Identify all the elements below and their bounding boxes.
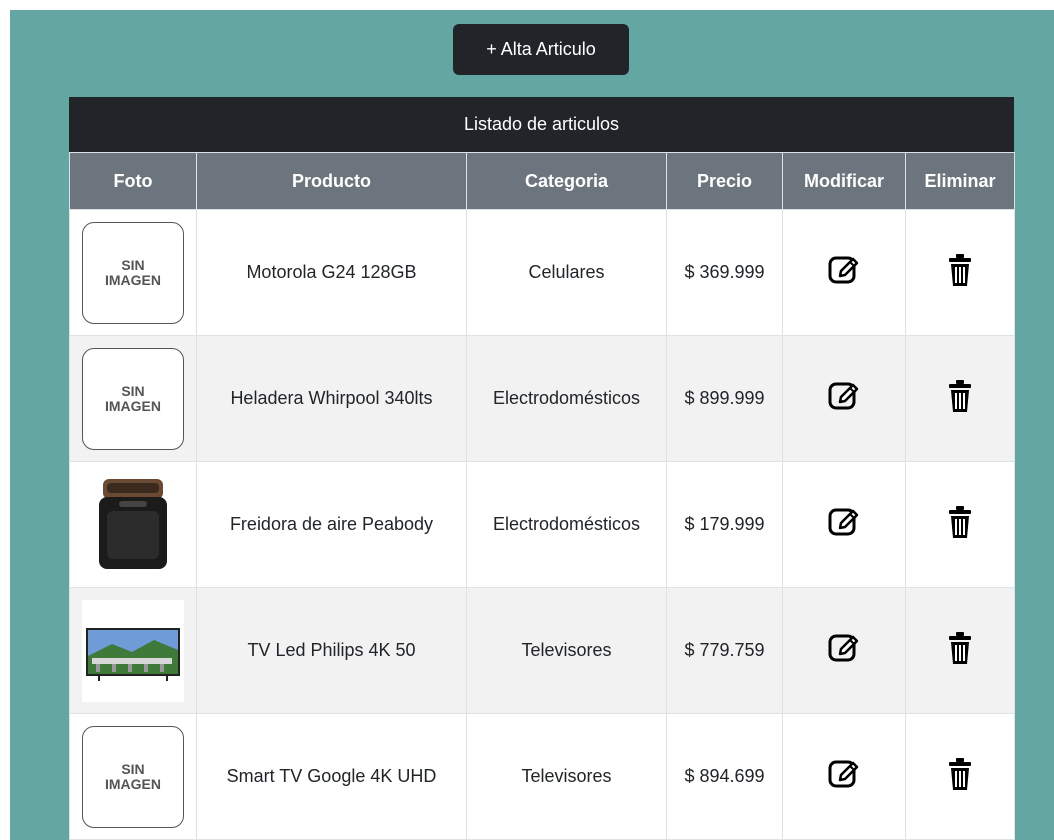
cell-eliminar — [905, 713, 1015, 840]
cell-foto: SIN IMAGEN — [69, 335, 197, 462]
air-fryer-photo — [99, 478, 167, 569]
table-row: SIN IMAGEN Smart TV Google 4K UHD Televisor… — [69, 713, 1015, 840]
table-row: SIN IMAGEN Heladera Whirpool 340lts Electro… — [69, 335, 1015, 462]
header-foto: Foto — [69, 152, 197, 210]
articles-table: Foto Producto Categoria Precio Modificar… — [69, 152, 1015, 840]
trash-icon[interactable] — [948, 505, 972, 539]
cell-foto: SIN IMAGEN — [69, 209, 197, 336]
sin-imagen-placeholder: SIN IMAGEN — [82, 221, 184, 324]
cell-categoria: Electrodomésticos — [466, 335, 667, 462]
header-precio: Precio — [666, 152, 783, 210]
header-categoria: Categoria — [466, 152, 667, 210]
sin-imagen-text: SIN IMAGEN — [105, 382, 161, 414]
alta-articulo-button[interactable]: + Alta Articulo — [453, 24, 629, 75]
pencil-square-icon[interactable] — [828, 380, 860, 412]
cell-precio: $ 179.999 — [666, 461, 783, 588]
cell-precio: $ 779.759 — [666, 587, 783, 714]
cell-eliminar — [905, 335, 1015, 462]
product-photo — [82, 599, 184, 702]
table-row: SIN IMAGEN Motorola G24 128GB Celulares $ 36… — [69, 209, 1015, 336]
cell-modificar — [782, 461, 906, 588]
cell-foto: SIN IMAGEN — [69, 713, 197, 840]
sin-imagen-text: SIN IMAGEN — [105, 256, 161, 288]
product-photo — [82, 474, 184, 576]
cell-eliminar — [905, 461, 1015, 588]
cell-modificar — [782, 587, 906, 714]
cell-foto — [69, 461, 197, 588]
trash-icon[interactable] — [948, 253, 972, 287]
pencil-square-icon[interactable] — [828, 632, 860, 664]
cell-modificar — [782, 335, 906, 462]
sin-imagen-text: SIN IMAGEN — [105, 760, 161, 792]
pencil-square-icon[interactable] — [828, 254, 860, 286]
cell-precio: $ 894.699 — [666, 713, 783, 840]
header-producto: Producto — [196, 152, 467, 210]
cell-producto: TV Led Philips 4K 50 — [196, 587, 467, 714]
table-caption: Listado de articulos — [69, 97, 1014, 152]
cell-categoria: Celulares — [466, 209, 667, 336]
trash-icon[interactable] — [948, 379, 972, 413]
sin-imagen-placeholder: SIN IMAGEN — [82, 725, 184, 828]
pencil-square-icon[interactable] — [828, 506, 860, 538]
table-row: TV Led Philips 4K 50 Televisores $ 779.759 — [69, 587, 1015, 714]
articles-table-container: Listado de articulos Foto Producto Categ… — [69, 97, 1015, 840]
sin-imagen-placeholder: SIN IMAGEN — [82, 347, 184, 450]
table-row: Freidora de aire Peabody Electrodoméstico… — [69, 461, 1015, 588]
header-eliminar: Eliminar — [905, 152, 1015, 210]
table-header-row: Foto Producto Categoria Precio Modificar… — [69, 152, 1015, 210]
cell-producto: Freidora de aire Peabody — [196, 461, 467, 588]
cell-producto: Motorola G24 128GB — [196, 209, 467, 336]
cell-producto: Smart TV Google 4K UHD — [196, 713, 467, 840]
cell-precio: $ 899.999 — [666, 335, 783, 462]
cell-modificar — [782, 209, 906, 336]
cell-foto — [69, 587, 197, 714]
cell-eliminar — [905, 587, 1015, 714]
trash-icon[interactable] — [948, 631, 972, 665]
cell-categoria: Televisores — [466, 713, 667, 840]
header-modificar: Modificar — [782, 152, 906, 210]
tv-photo — [82, 599, 184, 702]
pencil-square-icon[interactable] — [828, 758, 860, 790]
cell-eliminar — [905, 209, 1015, 336]
cell-producto: Heladera Whirpool 340lts — [196, 335, 467, 462]
cell-precio: $ 369.999 — [666, 209, 783, 336]
cell-modificar — [782, 713, 906, 840]
cell-categoria: Televisores — [466, 587, 667, 714]
cell-categoria: Electrodomésticos — [466, 461, 667, 588]
trash-icon[interactable] — [948, 757, 972, 791]
